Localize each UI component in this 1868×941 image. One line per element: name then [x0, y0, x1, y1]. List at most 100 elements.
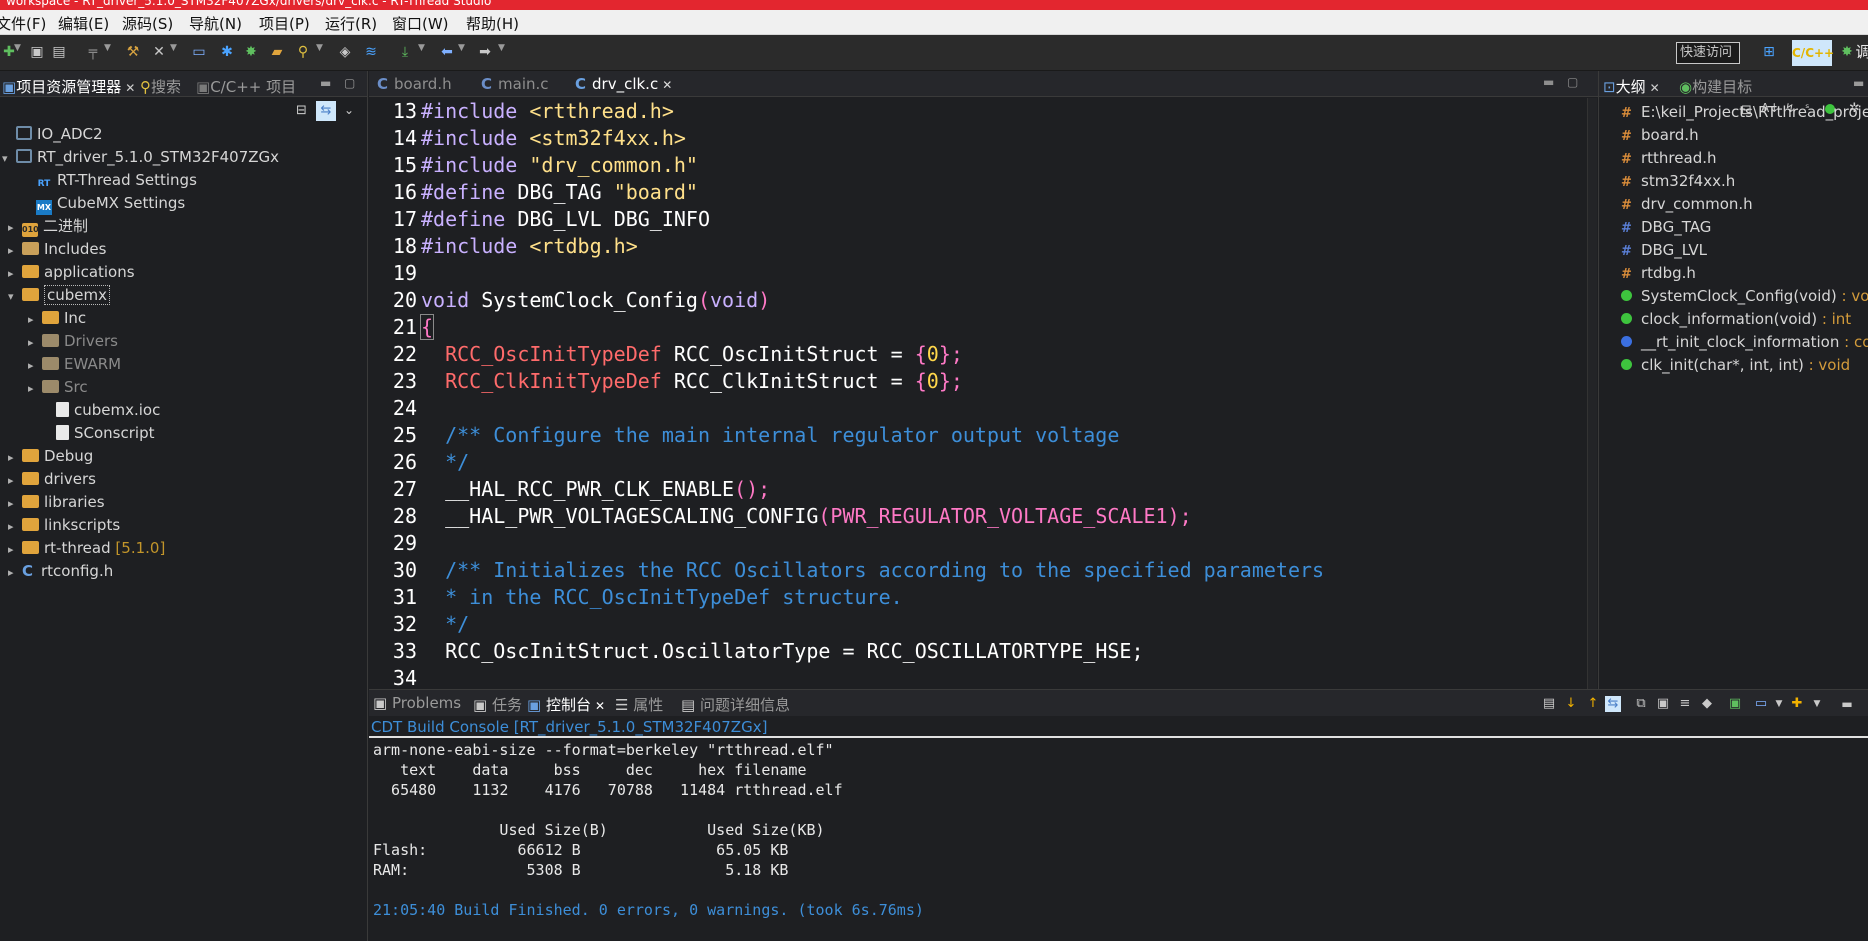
build-icon[interactable]: ⚒: [124, 43, 142, 61]
minimize-icon[interactable]: ▬: [1839, 696, 1855, 712]
outline-item[interactable]: # E:\keil_Projects\RTthread_proje: [1621, 101, 1868, 123]
outline-item[interactable]: clock_information(void) : int: [1621, 308, 1851, 330]
menu-project[interactable]: 项目(P): [259, 13, 310, 34]
menu-edit[interactable]: 编辑(E): [58, 13, 109, 34]
outline-item[interactable]: # rtthread.h: [1621, 147, 1717, 169]
tab-build-targets[interactable]: ◉构建目标: [1679, 76, 1752, 97]
outline-item[interactable]: clk_init(char*, int, int) : void: [1621, 354, 1850, 376]
tab-project-explorer[interactable]: ▣项目资源管理器 ✕: [2, 76, 135, 97]
copy-icon[interactable]: ⧉: [1633, 696, 1649, 712]
tree-item-rt-driver[interactable]: ▾ RT_driver_5.1.0_STM32F407ZGx: [2, 146, 279, 168]
tree-item-libraries[interactable]: ▸ libraries: [8, 491, 105, 513]
outline-item[interactable]: # stm32f4xx.h: [1621, 170, 1735, 192]
close-icon[interactable]: ✕: [662, 78, 672, 92]
tree-item-cubemx-ioc[interactable]: cubemx.ioc: [42, 399, 160, 421]
tab-search[interactable]: ⚲搜索: [140, 76, 181, 97]
chevron-down-icon[interactable]: ▼: [498, 43, 505, 53]
outline-item[interactable]: SystemClock_Config(void) : voi: [1621, 285, 1868, 307]
tab-board-h[interactable]: Cboard.h: [377, 75, 452, 93]
menu-file[interactable]: 文件(F): [0, 13, 46, 34]
tree-item-rt-thread-settings[interactable]: RT RT-Thread Settings: [22, 169, 197, 191]
minimize-icon[interactable]: ▬: [1543, 75, 1554, 89]
tree-item-ewarm[interactable]: ▸ EWARM: [28, 353, 121, 375]
editor-scrollbar[interactable]: [1587, 98, 1597, 689]
tree-item-inc[interactable]: ▸ Inc: [28, 307, 86, 329]
tree-item-rtconfig-h[interactable]: ▸ Crtconfig.h: [8, 560, 113, 582]
view-menu-icon[interactable]: ⌄: [344, 103, 354, 117]
code-area[interactable]: 13 14 15 16 17 18 19 20 21 22 23 24 25 2…: [369, 98, 1584, 689]
tree-item-drivers[interactable]: ▸ drivers: [8, 468, 96, 490]
menu-navigate[interactable]: 导航(N): [189, 13, 242, 34]
maximize-icon[interactable]: ▢: [1567, 75, 1578, 89]
word-wrap-icon[interactable]: ⇆: [1605, 696, 1621, 712]
forward-arrow-icon[interactable]: ➡: [476, 43, 494, 61]
tree-item-src[interactable]: ▸ Src: [28, 376, 88, 398]
menu-help[interactable]: 帮助(H): [466, 13, 519, 34]
minimize-icon[interactable]: ▬: [320, 76, 331, 90]
outline-item[interactable]: # board.h: [1621, 124, 1699, 146]
tree-item-binaries[interactable]: ▸ 010 二进制: [8, 215, 88, 237]
tab-main-c[interactable]: Cmain.c: [481, 75, 549, 93]
outline-item[interactable]: # drv_common.h: [1621, 193, 1753, 215]
outline-item[interactable]: # rtdbg.h: [1621, 262, 1696, 284]
minimize-icon[interactable]: ▬: [1853, 76, 1864, 90]
save-icon[interactable]: ▣: [28, 43, 46, 61]
tree-item-applications[interactable]: ▸ applications: [8, 261, 135, 283]
package-icon[interactable]: ◈: [336, 43, 354, 61]
tab-problems[interactable]: ▣ Problems: [373, 694, 461, 712]
menu-run[interactable]: 运行(R): [325, 13, 377, 34]
tree-item-io-adc2[interactable]: IO_ADC2: [2, 123, 103, 145]
tab-problem-details[interactable]: ▤ 问题详细信息: [681, 694, 790, 715]
chevron-down-icon[interactable]: ▼: [316, 43, 323, 53]
new-console-icon[interactable]: ✚: [1789, 696, 1805, 712]
chevron-down-icon[interactable]: ▼: [1809, 696, 1825, 712]
tab-tasks[interactable]: ▣ 任务: [473, 694, 522, 715]
close-icon[interactable]: ✕: [1650, 81, 1660, 95]
tree-item-cubemx[interactable]: ▾ cubemx: [8, 284, 110, 306]
eraser-icon[interactable]: ◆: [1699, 696, 1715, 712]
previous-error-icon[interactable]: ↑: [1585, 696, 1601, 712]
next-error-icon[interactable]: ↓: [1563, 696, 1579, 712]
menu-window[interactable]: 窗口(W): [392, 13, 449, 34]
chevron-down-icon[interactable]: ▼: [170, 43, 177, 53]
scroll-lock-icon[interactable]: ≡: [1677, 696, 1693, 712]
tab-console[interactable]: ▣ 控制台 ✕: [527, 694, 605, 715]
console-output[interactable]: arm-none-eabi-size --format=berkeley "rt…: [373, 740, 924, 920]
pin-icon[interactable]: ▣: [1727, 696, 1743, 712]
chevron-down-icon[interactable]: ▼: [104, 43, 111, 53]
chevron-down-icon[interactable]: ▼: [1771, 696, 1787, 712]
tree-item-debug[interactable]: ▸ Debug: [8, 445, 93, 467]
tree-item-sconscript[interactable]: SConscript: [42, 422, 154, 444]
terminal-icon[interactable]: ▭: [190, 43, 208, 61]
outline-item[interactable]: # DBG_TAG: [1621, 216, 1711, 238]
clear-console-icon[interactable]: ▤: [1541, 696, 1557, 712]
tab-cpp-projects[interactable]: ▣C/C++ 项目: [196, 76, 296, 97]
cpp-perspective-button[interactable]: C/C++: [1792, 40, 1834, 66]
collapse-all-icon[interactable]: ⊟: [296, 103, 307, 118]
link-editor-icon[interactable]: ⇆: [316, 101, 336, 121]
close-icon[interactable]: ✕: [125, 81, 135, 95]
close-icon[interactable]: ✕: [595, 699, 605, 713]
tree-item-linkscripts[interactable]: ▸ linkscripts: [8, 514, 120, 536]
quick-access-input[interactable]: 快速访问: [1676, 42, 1740, 64]
download-icon[interactable]: ⤓: [396, 43, 414, 61]
perspective-grid-icon[interactable]: ⊞: [1760, 43, 1778, 61]
tree-item-cubemx-settings[interactable]: MX CubeMX Settings: [22, 192, 185, 215]
settings-icon[interactable]: ✱: [218, 43, 236, 61]
tab-properties[interactable]: ☰ 属性: [615, 694, 663, 715]
save-all-icon[interactable]: ▤: [50, 43, 68, 61]
tab-drv-clk-c[interactable]: Cdrv_clk.c ✕: [575, 75, 672, 93]
search-icon[interactable]: ⚲: [294, 43, 312, 61]
maximize-icon[interactable]: ▢: [344, 76, 355, 90]
tools-icon[interactable]: ✕: [150, 43, 168, 61]
chevron-down-icon[interactable]: ▼: [418, 43, 425, 53]
display-console-icon[interactable]: ▭: [1753, 696, 1769, 712]
tree-item-drivers-cubemx[interactable]: ▸ Drivers: [28, 330, 118, 352]
tab-outline[interactable]: ⊡大纲 ✕: [1603, 76, 1660, 97]
tree-item-rt-thread[interactable]: ▸ rt-thread [5.1.0]: [8, 537, 165, 559]
back-arrow-icon[interactable]: ⬅: [438, 43, 456, 61]
open-folder-icon[interactable]: ▰: [268, 43, 286, 61]
debug-bug-icon[interactable]: ✸: [242, 43, 260, 61]
lock-icon[interactable]: ▣: [1655, 696, 1671, 712]
chevron-down-icon[interactable]: ▼: [14, 43, 21, 53]
